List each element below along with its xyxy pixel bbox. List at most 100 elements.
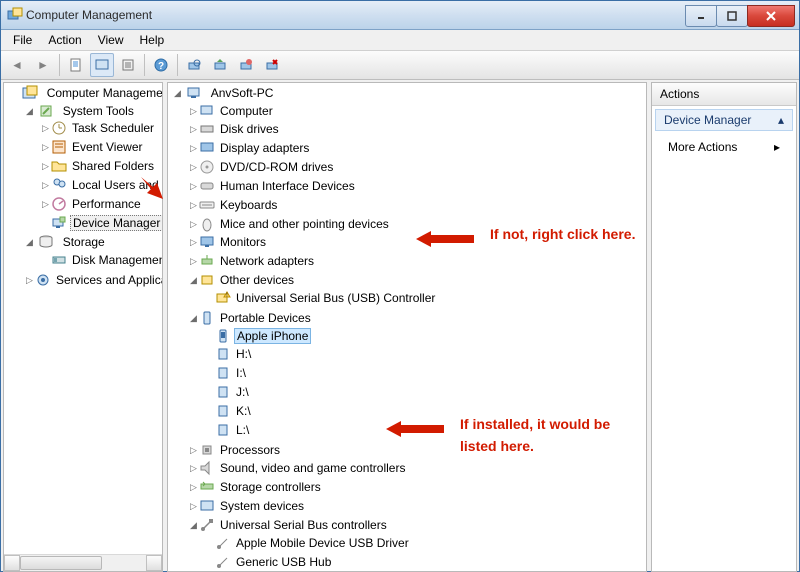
tree-root[interactable]: ▷ Computer Management (Local ◢ System To…	[8, 83, 162, 290]
disable-icon	[239, 58, 253, 72]
expand-icon[interactable]: ◢	[172, 85, 183, 101]
tree-storage[interactable]: ◢ Storage ▷Disk Management	[24, 233, 162, 271]
dev-drive-h[interactable]: ▷H:\	[204, 345, 646, 364]
cat-computer[interactable]: ▷Computer	[188, 101, 646, 120]
dev-drive-i[interactable]: ▷I:\	[204, 363, 646, 382]
cat-dvd[interactable]: ▷DVD/CD-ROM drives	[188, 157, 646, 176]
toolbar-btn-2[interactable]	[90, 53, 114, 77]
cat-usb-controllers[interactable]: ◢Universal Serial Bus controllers ▷Apple…	[188, 515, 646, 572]
toolbar-btn-1[interactable]	[64, 53, 88, 77]
actions-section[interactable]: Device Manager ▴	[655, 109, 793, 131]
maximize-button[interactable]	[716, 5, 748, 27]
tree-local-users[interactable]: ▷Local Users and Groups	[40, 175, 162, 194]
scroll-right-button[interactable]	[146, 555, 162, 571]
disk-icon	[51, 252, 67, 268]
minimize-button[interactable]	[685, 5, 717, 27]
expand-icon[interactable]: ▷	[40, 139, 51, 155]
cat-disk-drives[interactable]: ▷Disk drives	[188, 120, 646, 139]
dev-generic-hub-1[interactable]: ▷Generic USB Hub	[204, 552, 646, 571]
tree-system-tools[interactable]: ◢ System Tools ▷Task Scheduler ▷Event Vi…	[24, 101, 162, 233]
toolbar-btn-uninstall[interactable]	[260, 53, 284, 77]
cat-keyboards[interactable]: ▷Keyboards	[188, 195, 646, 214]
close-button[interactable]	[747, 5, 795, 27]
tree-device-manager[interactable]: ▷Device Manager	[40, 213, 162, 232]
tree-performance[interactable]: ▷Performance	[40, 194, 162, 213]
dev-apple-mobile[interactable]: ▷Apple Mobile Device USB Driver	[204, 533, 646, 552]
expand-icon[interactable]: ▷	[40, 196, 51, 212]
device-root[interactable]: ◢ AnvSoft-PC ▷Computer ▷Disk drives ▷Dis…	[172, 83, 646, 572]
cat-portable[interactable]: ◢Portable Devices ▷Apple iPhone ▷H:\ ▷I:…	[188, 308, 646, 440]
toolbar-btn-update[interactable]	[208, 53, 232, 77]
dev-drive-l[interactable]: ▷L:\	[204, 420, 646, 439]
actions-more[interactable]: More Actions ▸	[652, 134, 796, 160]
expand-icon[interactable]: ◢	[24, 234, 35, 250]
network-icon	[199, 253, 215, 269]
system-icon	[199, 498, 215, 514]
cat-other-devices[interactable]: ◢Other devices ▷!Universal Serial Bus (U…	[188, 270, 646, 308]
cat-system-devices[interactable]: ▷System devices	[188, 496, 646, 515]
cat-mice[interactable]: ▷Mice and other pointing devices	[188, 214, 646, 233]
toolbar-btn-scan[interactable]	[182, 53, 206, 77]
tree-event-viewer[interactable]: ▷Event Viewer	[40, 137, 162, 156]
chevron-right-icon: ▸	[774, 140, 780, 154]
toolbar-btn-disable[interactable]	[234, 53, 258, 77]
cat-network[interactable]: ▷Network adapters	[188, 251, 646, 270]
navigation-tree-panel[interactable]: ▷ Computer Management (Local ◢ System To…	[3, 82, 163, 572]
scroll-left-button[interactable]	[4, 555, 20, 571]
hid-icon	[199, 178, 215, 194]
dev-usb-controller[interactable]: ▷!Universal Serial Bus (USB) Controller	[204, 288, 646, 307]
help-icon: ?	[154, 58, 168, 72]
expand-icon[interactable]: ▷	[40, 120, 51, 136]
dev-drive-j[interactable]: ▷J:\	[204, 382, 646, 401]
tree-task-scheduler[interactable]: ▷Task Scheduler	[40, 119, 162, 138]
horizontal-scrollbar[interactable]	[4, 554, 162, 571]
usb-device-icon	[215, 554, 231, 570]
actions-section-label: Device Manager	[664, 113, 751, 127]
usb-device-icon	[215, 535, 231, 551]
scan-icon	[187, 58, 201, 72]
portable-icon	[199, 310, 215, 326]
window-title: Computer Management	[26, 8, 686, 22]
tree-services[interactable]: ▷Services and Applications	[24, 270, 162, 289]
menu-file[interactable]: File	[5, 31, 40, 49]
scroll-thumb[interactable]	[20, 556, 102, 570]
expand-icon[interactable]: ▷	[40, 158, 51, 174]
back-button[interactable]: ◄	[5, 53, 29, 77]
phone-icon	[215, 328, 231, 344]
computer-icon	[186, 85, 202, 101]
screen-icon	[95, 58, 109, 72]
forward-button[interactable]: ►	[31, 53, 55, 77]
cat-sound[interactable]: ▷Sound, video and game controllers	[188, 459, 646, 478]
menu-action[interactable]: Action	[40, 31, 89, 49]
warning-icon: !	[215, 290, 231, 306]
cat-hid[interactable]: ▷Human Interface Devices	[188, 176, 646, 195]
tree-shared-folders[interactable]: ▷Shared Folders	[40, 156, 162, 175]
cat-monitors[interactable]: ▷Monitors	[188, 233, 646, 252]
device-tree-panel[interactable]: ◢ AnvSoft-PC ▷Computer ▷Disk drives ▷Dis…	[167, 82, 647, 572]
expand-icon[interactable]: ▷	[40, 177, 51, 193]
dev-apple-iphone[interactable]: ▷Apple iPhone	[204, 326, 646, 345]
cat-storage-ctrl[interactable]: ▷Storage controllers	[188, 477, 646, 496]
collapse-icon[interactable]: ▴	[778, 113, 784, 127]
arrow-right-icon: ►	[37, 58, 49, 72]
other-icon	[199, 272, 215, 288]
svg-text:?: ?	[158, 61, 164, 72]
eventlog-icon	[51, 139, 67, 155]
mouse-icon	[199, 216, 215, 232]
expand-icon[interactable]: ◢	[24, 103, 35, 119]
menu-help[interactable]: Help	[132, 31, 173, 49]
services-icon	[35, 272, 51, 288]
toolbar-btn-3[interactable]	[116, 53, 140, 77]
menu-view[interactable]: View	[90, 31, 132, 49]
tree-disk-management[interactable]: ▷Disk Management	[40, 250, 162, 269]
cat-processors[interactable]: ▷Processors	[188, 440, 646, 459]
dev-drive-k[interactable]: ▷K:\	[204, 401, 646, 420]
arrow-left-icon: ◄	[11, 58, 23, 72]
cat-display[interactable]: ▷Display adapters	[188, 138, 646, 157]
perf-icon	[51, 196, 67, 212]
sound-icon	[199, 460, 215, 476]
keyboard-icon	[199, 197, 215, 213]
help-button[interactable]: ?	[149, 53, 173, 77]
titlebar[interactable]: Computer Management	[1, 1, 799, 30]
expand-icon[interactable]: ▷	[24, 272, 35, 288]
